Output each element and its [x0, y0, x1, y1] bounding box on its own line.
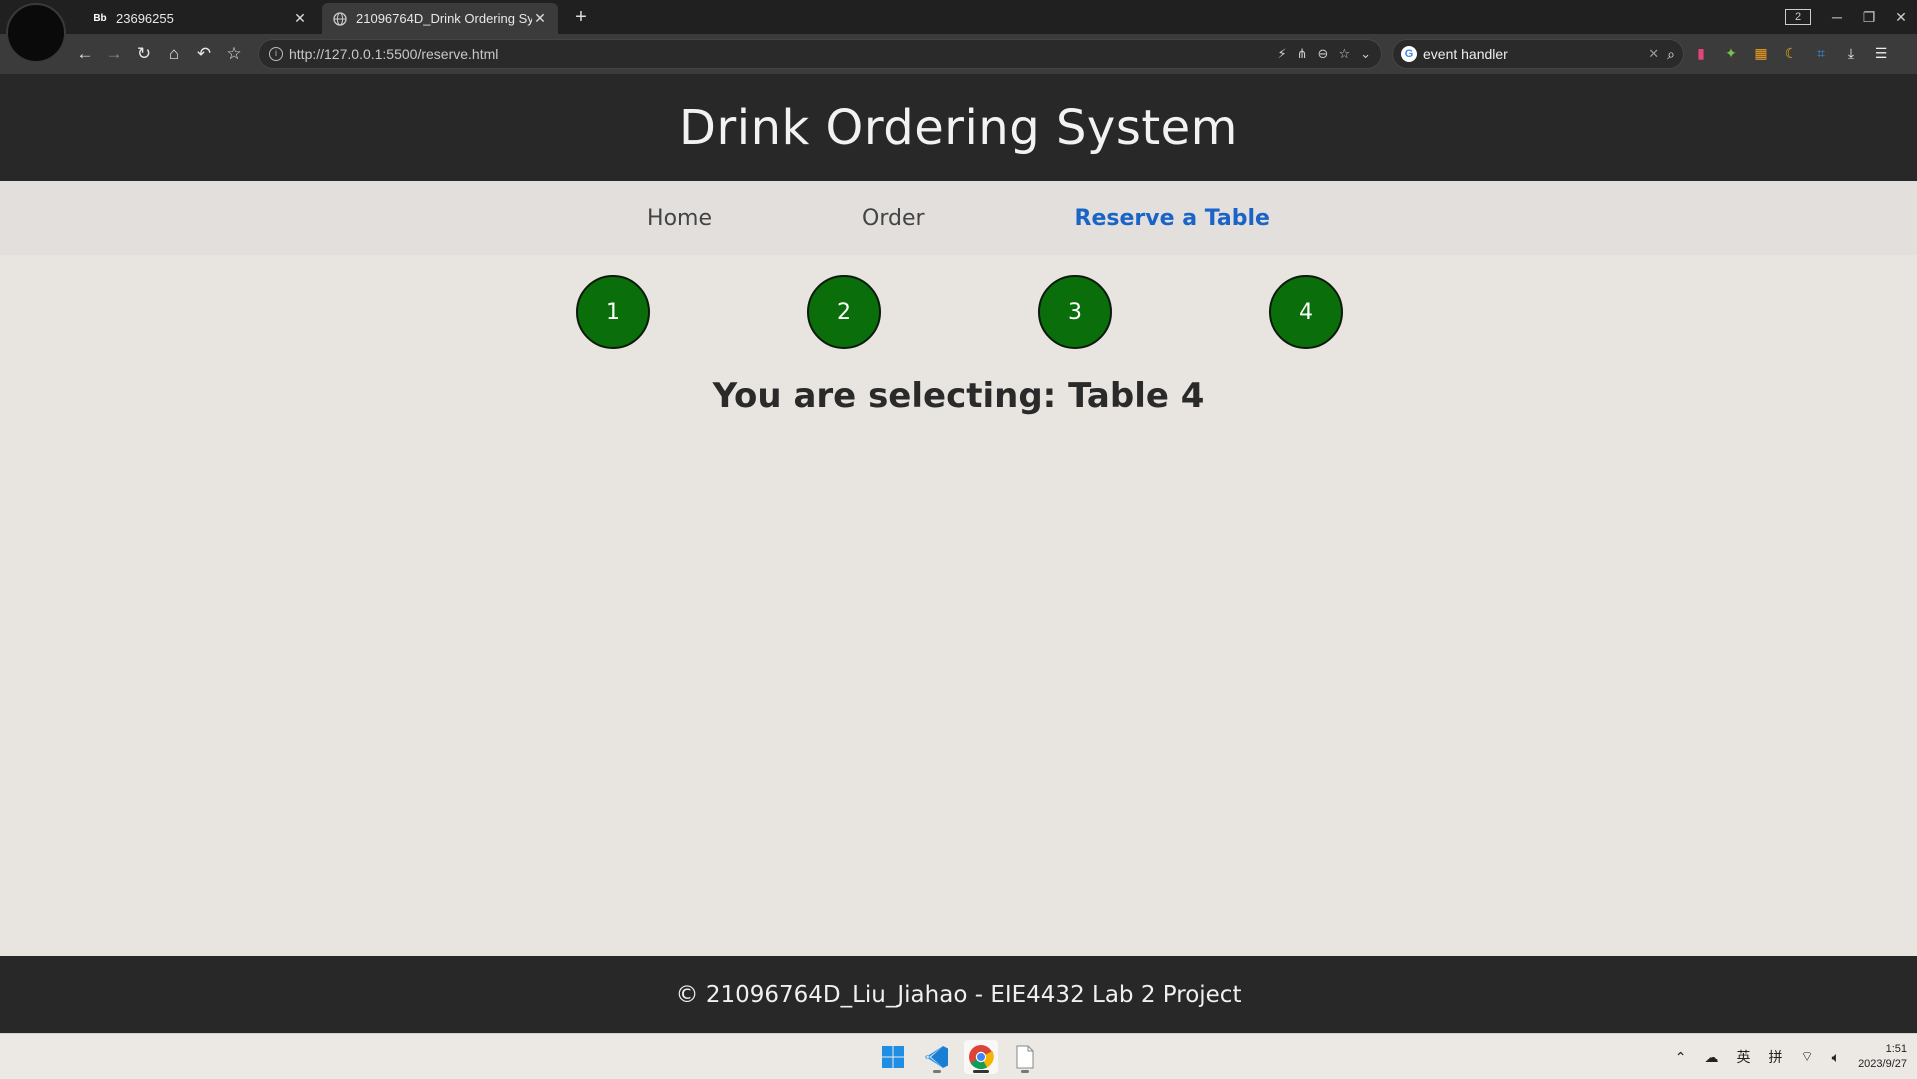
restore-icon[interactable]: ❐ [1853, 9, 1885, 26]
chevron-up-icon[interactable]: ⌃ [1675, 1049, 1687, 1066]
info-icon[interactable]: i [269, 47, 283, 61]
search-icon[interactable]: ⌕ [1667, 46, 1675, 63]
system-tray: ⌃ ☁ 英 拼 ⌔ 🔈︎ 1:51 2023/9/27 [1675, 1034, 1907, 1079]
globe-icon [332, 11, 348, 27]
taskbar: ⌃ ☁ 英 拼 ⌔ 🔈︎ 1:51 2023/9/27 [0, 1033, 1917, 1079]
blackboard-icon: Bb [93, 13, 107, 24]
table-selector: 1 2 3 4 [0, 275, 1917, 349]
clock-date: 2023/9/27 [1858, 1058, 1907, 1070]
profile-avatar[interactable] [6, 3, 66, 63]
ime-mode-indicator[interactable]: 拼 [1768, 1047, 1782, 1067]
table-1-button[interactable]: 1 [576, 275, 650, 349]
browser-tab-1[interactable]: Bb 23696255 ✕ [82, 3, 318, 34]
extension-icons: ▮ ✦ ▦ ☾ ⌗ ⤓ ☰ [1692, 44, 1890, 62]
minimize-icon[interactable]: ─ [1821, 9, 1853, 25]
zoom-icon[interactable]: ⊖ [1318, 46, 1329, 62]
clock[interactable]: 1:51 2023/9/27 [1858, 1042, 1907, 1072]
chrome-icon[interactable] [964, 1040, 998, 1074]
browser-titlebar: Bb 23696255 ✕ 21096764D_Drink Ordering S… [0, 0, 1917, 34]
taskbar-apps [876, 1040, 1042, 1074]
ime-language-indicator[interactable]: 英 [1736, 1047, 1750, 1067]
site-footer: © 21096764D_Liu_Jiahao - EIE4432 Lab 2 P… [0, 956, 1917, 1033]
menu-icon[interactable]: ☰ [1872, 44, 1890, 62]
onedrive-icon[interactable]: ☁ [1704, 1049, 1718, 1066]
address-text[interactable]: http://127.0.0.1:5500/reserve.html [289, 46, 1277, 62]
bookmark-star-icon[interactable]: ☆ [1338, 46, 1350, 62]
star-icon[interactable]: ☆ [222, 42, 246, 66]
table-4-button[interactable]: 4 [1269, 275, 1343, 349]
notepad-icon[interactable] [1008, 1040, 1042, 1074]
footer-text: © 21096764D_Liu_Jiahao - EIE4432 Lab 2 P… [675, 981, 1242, 1008]
nav-order[interactable]: Order [862, 206, 925, 231]
nav-home[interactable]: Home [647, 206, 712, 231]
moon-extension-icon[interactable]: ☾ [1782, 44, 1800, 62]
back-arrow-icon[interactable]: ← [73, 42, 97, 66]
table-2-button[interactable]: 2 [807, 275, 881, 349]
home-icon[interactable]: ⌂ [162, 42, 186, 66]
undo-icon[interactable]: ↶ [192, 42, 216, 66]
selection-status: You are selecting: Table 4 [712, 376, 1205, 416]
clear-icon[interactable]: ✕ [1648, 46, 1659, 62]
site-header: Drink Ordering System [0, 74, 1917, 181]
nav-reserve-table[interactable]: Reserve a Table [1075, 206, 1270, 231]
site-title: Drink Ordering System [679, 99, 1238, 156]
crop-icon[interactable]: ⌗ [1812, 44, 1830, 62]
download-icon[interactable]: ⤓ [1842, 44, 1860, 62]
window-count-badge[interactable]: 2 [1785, 9, 1811, 25]
volume-icon[interactable]: 🔈︎ [1832, 1049, 1840, 1066]
new-tab-button[interactable]: + [568, 4, 594, 30]
window-controls: 2 ─ ❐ ✕ [1785, 0, 1917, 34]
forward-arrow-icon[interactable]: → [102, 42, 126, 66]
table-3-button[interactable]: 3 [1038, 275, 1112, 349]
sparkle-extension-icon[interactable]: ✦ [1722, 44, 1740, 62]
site-nav: Home Order Reserve a Table [0, 181, 1917, 255]
browser-tab-2[interactable]: 21096764D_Drink Ordering Sy ✕ [322, 3, 558, 34]
search-bar[interactable]: G ✕ ⌕ [1392, 39, 1684, 69]
close-icon[interactable]: ✕ [292, 10, 308, 27]
chevron-down-icon[interactable]: ⌄ [1360, 46, 1371, 62]
close-icon[interactable]: ✕ [532, 10, 548, 27]
lightning-icon[interactable]: ⚡ [1277, 46, 1286, 62]
mic-extension-icon[interactable]: ▮ [1692, 44, 1710, 62]
reload-icon[interactable]: ↻ [132, 42, 156, 66]
address-bar[interactable]: i http://127.0.0.1:5500/reserve.html ⚡ ⋔… [258, 39, 1382, 69]
grid-extension-icon[interactable]: ▦ [1752, 44, 1770, 62]
vscode-icon[interactable] [920, 1040, 954, 1074]
wifi-icon[interactable]: ⌔ [1800, 1048, 1813, 1066]
share-icon[interactable]: ⋔ [1297, 46, 1308, 62]
tab-title: 21096764D_Drink Ordering Sy [356, 11, 532, 26]
tab-title: 23696255 [116, 11, 174, 26]
browser-toolbar: ← → ↻ ⌂ ↶ ☆ i http://127.0.0.1:5500/rese… [0, 34, 1917, 74]
windows-start-icon[interactable] [876, 1040, 910, 1074]
close-window-icon[interactable]: ✕ [1885, 9, 1917, 26]
clock-time: 1:51 [1885, 1043, 1907, 1055]
search-input[interactable] [1423, 46, 1641, 62]
google-icon: G [1401, 46, 1417, 62]
